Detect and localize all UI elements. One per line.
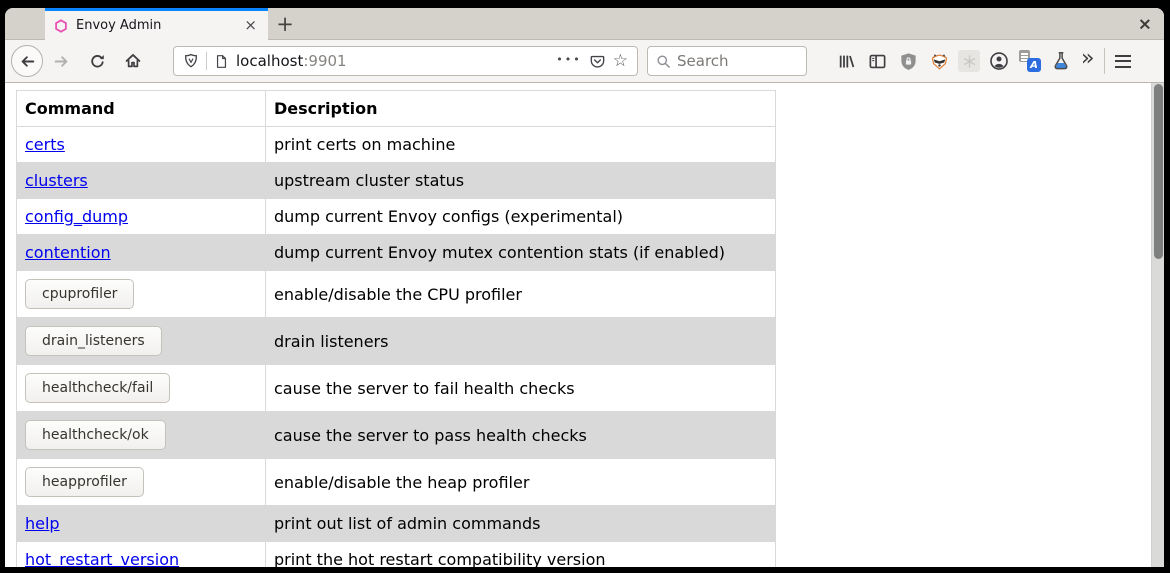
tab-close-icon[interactable]: × bbox=[242, 18, 259, 33]
account-button[interactable] bbox=[987, 49, 1011, 73]
table-row: cpuprofiler enable/disable the CPU profi… bbox=[17, 271, 776, 318]
browser-window: Envoy Admin × + × bbox=[5, 8, 1164, 567]
url-divider bbox=[206, 52, 207, 70]
reload-button[interactable] bbox=[83, 53, 111, 70]
admin-command-table: Command Description certs print certs on… bbox=[16, 90, 776, 567]
page-info-icon[interactable] bbox=[214, 54, 229, 69]
tab-title: Envoy Admin bbox=[76, 18, 234, 33]
library-icon bbox=[837, 52, 856, 71]
new-tab-button[interactable]: + bbox=[268, 8, 302, 39]
table-row: healthcheck/ok cause the server to pass … bbox=[17, 412, 776, 459]
command-description: print the hot restart compatibility vers… bbox=[266, 542, 776, 568]
command-link[interactable]: contention bbox=[25, 243, 111, 262]
command-table-body: certs print certs on machine clusters up… bbox=[17, 127, 776, 568]
overflow-chevron-icon[interactable]: » bbox=[1081, 50, 1092, 72]
command-form: cpuprofiler bbox=[25, 283, 134, 302]
command-description: print out list of admin commands bbox=[266, 506, 776, 542]
column-header-description: Description bbox=[266, 91, 776, 127]
command-description: print certs on machine bbox=[266, 127, 776, 163]
table-row: clusters upstream cluster status bbox=[17, 163, 776, 199]
url-text[interactable]: localhost:9901 bbox=[236, 52, 549, 70]
navigation-toolbar: localhost:9901 ••• ☆ bbox=[5, 40, 1164, 83]
command-description: enable/disable the heap profiler bbox=[266, 459, 776, 506]
bookmark-star-icon[interactable]: ☆ bbox=[613, 51, 628, 71]
command-link[interactable]: help bbox=[25, 514, 60, 533]
table-row: help print out list of admin commands bbox=[17, 506, 776, 542]
tab-bar: Envoy Admin × + × bbox=[5, 8, 1164, 40]
toolbar-extension-icons: A bbox=[834, 49, 1073, 73]
account-icon bbox=[989, 51, 1009, 71]
url-bar[interactable]: localhost:9901 ••• ☆ bbox=[173, 46, 638, 76]
home-icon bbox=[124, 52, 142, 70]
table-row: hot_restart_version print the hot restar… bbox=[17, 542, 776, 568]
home-button[interactable] bbox=[119, 52, 147, 70]
raccoon-extension-icon bbox=[929, 51, 950, 72]
command-link[interactable]: hot_restart_version bbox=[25, 550, 179, 567]
command-description: upstream cluster status bbox=[266, 163, 776, 199]
envoy-favicon-icon bbox=[54, 19, 68, 33]
table-row: healthcheck/fail cause the server to fai… bbox=[17, 365, 776, 412]
table-row: contention dump current Envoy mutex cont… bbox=[17, 235, 776, 271]
back-button[interactable] bbox=[11, 45, 43, 77]
command-link[interactable]: certs bbox=[25, 135, 65, 154]
raccoon-extension-button[interactable] bbox=[927, 49, 951, 73]
shield-permissions-icon[interactable] bbox=[183, 53, 199, 69]
command-form: heapprofiler bbox=[25, 471, 144, 490]
search-icon bbox=[656, 54, 671, 69]
table-row: certs print certs on machine bbox=[17, 127, 776, 163]
command-button[interactable]: healthcheck/fail bbox=[25, 373, 170, 403]
page-actions-icon[interactable]: ••• bbox=[556, 53, 581, 70]
url-host: localhost bbox=[236, 52, 303, 70]
search-input[interactable] bbox=[677, 52, 787, 70]
screenshot-root: { "tab_bar": { "active_tab": { "title": … bbox=[0, 0, 1170, 573]
table-header-row: Command Description bbox=[17, 91, 776, 127]
shield-lock-extension-icon bbox=[899, 52, 918, 71]
toolbar-divider bbox=[1104, 48, 1105, 74]
command-button[interactable]: drain_listeners bbox=[25, 326, 162, 356]
command-button[interactable]: cpuprofiler bbox=[25, 279, 134, 309]
translate-extension-icon: A bbox=[1019, 50, 1041, 72]
hamburger-menu-button[interactable] bbox=[1115, 55, 1131, 68]
page-content: Command Description certs print certs on… bbox=[5, 83, 1164, 567]
column-header-command: Command bbox=[17, 91, 266, 127]
command-link[interactable]: config_dump bbox=[25, 207, 128, 226]
dimmed-extension-button[interactable] bbox=[958, 50, 980, 72]
table-row: config_dump dump current Envoy configs (… bbox=[17, 199, 776, 235]
command-description: dump current Envoy configs (experimental… bbox=[266, 199, 776, 235]
back-arrow-icon bbox=[19, 53, 36, 70]
vertical-scrollbar[interactable] bbox=[1151, 83, 1164, 567]
library-button[interactable] bbox=[834, 49, 858, 73]
sidebar-icon bbox=[868, 52, 887, 71]
window-close-icon[interactable]: × bbox=[1138, 16, 1152, 33]
forward-arrow-icon bbox=[53, 53, 70, 70]
command-description: cause the server to fail health checks bbox=[266, 365, 776, 412]
translate-extension-button[interactable]: A bbox=[1018, 49, 1042, 73]
scrollbar-thumb[interactable] bbox=[1154, 84, 1163, 259]
url-port: :9901 bbox=[303, 52, 346, 70]
command-form: healthcheck/fail bbox=[25, 377, 170, 396]
reload-icon bbox=[89, 53, 106, 70]
command-description: cause the server to pass health checks bbox=[266, 412, 776, 459]
forward-button[interactable] bbox=[47, 53, 75, 70]
command-description: dump current Envoy mutex contention stat… bbox=[266, 235, 776, 271]
snowflake-extension-icon bbox=[962, 54, 977, 69]
shield-extension-button[interactable] bbox=[896, 49, 920, 73]
search-bar[interactable] bbox=[647, 46, 807, 76]
table-row: heapprofiler enable/disable the heap pro… bbox=[17, 459, 776, 506]
command-description: drain listeners bbox=[266, 318, 776, 365]
pocket-icon[interactable] bbox=[589, 53, 606, 70]
command-form: healthcheck/ok bbox=[25, 424, 166, 443]
flask-extension-button[interactable] bbox=[1049, 49, 1073, 73]
table-row: drain_listeners drain listeners bbox=[17, 318, 776, 365]
command-button[interactable]: healthcheck/ok bbox=[25, 420, 166, 450]
command-link[interactable]: clusters bbox=[25, 171, 88, 190]
command-button[interactable]: heapprofiler bbox=[25, 467, 144, 497]
command-description: enable/disable the CPU profiler bbox=[266, 271, 776, 318]
sidebar-toggle-button[interactable] bbox=[865, 49, 889, 73]
command-form: drain_listeners bbox=[25, 330, 162, 349]
flask-extension-icon bbox=[1051, 51, 1071, 71]
tab-envoy-admin[interactable]: Envoy Admin × bbox=[45, 8, 268, 40]
